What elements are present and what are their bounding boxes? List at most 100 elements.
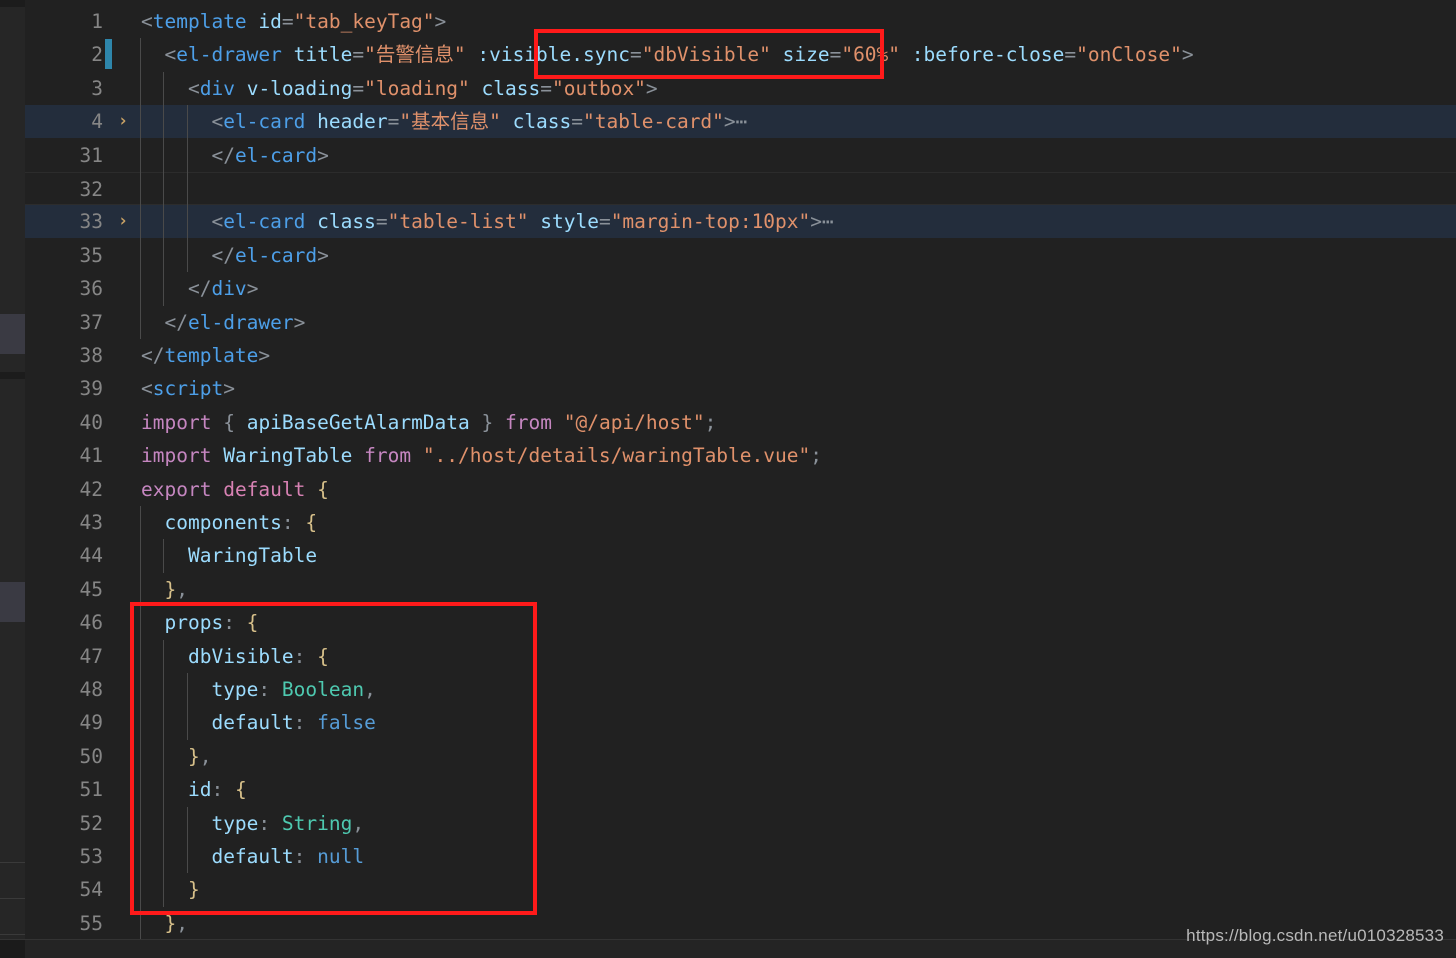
token-tag: el-card <box>234 143 318 167</box>
token-punct: > <box>223 377 235 401</box>
token-attr: class <box>481 76 541 100</box>
code-text: </div> <box>141 272 258 305</box>
indent-guide <box>140 238 141 273</box>
left-strip-divider-1 <box>0 372 25 379</box>
line-number: 44 <box>79 544 103 568</box>
indent-guide <box>163 806 165 840</box>
indent-guide <box>140 138 141 172</box>
token-punct: > <box>246 277 259 301</box>
code-line[interactable]: 40 import { apiBaseGetAlarmData } from "@… <box>25 406 1456 439</box>
indent-guide <box>140 739 141 774</box>
indent-guide <box>163 138 165 172</box>
token-punct: , <box>176 577 188 601</box>
fold-chevron-icon[interactable]: › <box>113 105 133 138</box>
code-line[interactable]: 2 <el-drawer title="告警信息" :visible.sync=… <box>25 38 1456 71</box>
token-id: type <box>211 811 259 835</box>
indent-guide <box>140 272 141 306</box>
code-line[interactable]: 33 › <el-card class="table-list" style="m… <box>25 205 1456 239</box>
token-kw: from <box>364 444 412 468</box>
line-number: 46 <box>79 611 103 635</box>
code-line[interactable]: 35 </el-card> <box>25 239 1456 272</box>
code-text: </el-drawer> <box>141 306 305 339</box>
code-line[interactable]: 38 </template> <box>25 339 1456 372</box>
line-number: 54 <box>79 878 103 902</box>
code-line[interactable]: 39 <script> <box>25 372 1456 405</box>
indent-guide <box>186 706 188 740</box>
code-line[interactable]: 37 </el-drawer> <box>25 306 1456 339</box>
code-text: <div v-loading="loading" class="outbox"> <box>141 72 658 105</box>
indent-guide <box>186 673 188 707</box>
code-line[interactable]: 4 › <el-card header="基本信息" class="table-c… <box>25 105 1456 139</box>
indent-guide <box>186 238 188 273</box>
token-tag: el-card <box>234 243 318 267</box>
indent-guide <box>140 673 141 707</box>
code-line[interactable]: 50 }, <box>25 740 1456 773</box>
token-punct: = <box>352 43 365 67</box>
code-line[interactable]: 3 <div v-loading="loading" class="outbox… <box>25 72 1456 105</box>
token-punct: , <box>364 678 376 701</box>
token-punct: > <box>258 344 271 367</box>
code-line[interactable]: 49 default: false <box>25 706 1456 739</box>
code-line[interactable]: 32 <box>25 172 1456 205</box>
left-strip-rule-2 <box>0 898 25 899</box>
token-kw: from <box>505 410 552 434</box>
code-line[interactable]: 46 props: { <box>25 606 1456 639</box>
code-line[interactable]: 54 } <box>25 873 1456 906</box>
code-text: </el-card> <box>141 139 328 172</box>
token-id: props <box>164 611 224 635</box>
fold-chevron-icon[interactable]: › <box>113 205 133 238</box>
indent-guide <box>140 906 141 941</box>
token-punct: > <box>1181 43 1194 67</box>
left-strip-marker-1 <box>0 314 25 354</box>
editor-surface[interactable]: 1 <template id="tab_keyTag"> 2 <el-drawer … <box>25 0 1456 958</box>
indent-guide <box>163 539 165 573</box>
code-text: id: { <box>141 773 247 806</box>
token-kw: import <box>141 410 212 434</box>
code-line[interactable]: 51 id: { <box>25 773 1456 806</box>
token-attr: style <box>540 210 599 234</box>
token-str: "loading" <box>364 76 470 100</box>
code-line[interactable]: 36 </div> <box>25 272 1456 305</box>
token-attr: v-loading <box>246 76 353 100</box>
token-punct: : <box>258 811 282 835</box>
code-line[interactable]: 31 </el-card> <box>25 139 1456 172</box>
token-punct: > <box>434 10 447 33</box>
token-punct: : <box>281 511 306 534</box>
token-tag: el-drawer <box>187 310 294 334</box>
token-punct: : <box>293 711 318 735</box>
code-line[interactable]: 41 import WaringTable from "../host/detai… <box>25 439 1456 472</box>
token-id: dbVisible <box>187 644 294 668</box>
code-line[interactable]: 44 WaringTable <box>25 539 1456 572</box>
line-number: 32 <box>79 178 103 201</box>
code-line[interactable]: 45 }, <box>25 573 1456 606</box>
code-line[interactable]: 43 components: { <box>25 506 1456 539</box>
code-line[interactable]: 1 <template id="tab_keyTag"> <box>25 5 1456 38</box>
code-line[interactable]: 53 default: null <box>25 840 1456 873</box>
line-number: 48 <box>79 678 103 701</box>
token-punct: < <box>141 377 153 401</box>
indent-guide <box>140 539 141 573</box>
token-brace: } <box>164 577 177 601</box>
code-line[interactable]: 47 dbVisible: { <box>25 640 1456 673</box>
token-punct: > <box>317 243 329 267</box>
code-line[interactable]: 42 export default { <box>25 473 1456 506</box>
editor-left-strip[interactable] <box>0 0 26 958</box>
token-punct: < <box>211 210 224 234</box>
token-attr: id <box>258 10 282 33</box>
indent-guide <box>186 172 188 206</box>
token-type: Boolean <box>281 678 365 701</box>
code-line[interactable]: 48 type: Boolean, <box>25 673 1456 706</box>
token-punct: ⋯ <box>735 110 748 134</box>
token-punct: ⋯ <box>822 210 834 234</box>
code-line[interactable]: 52 type: String, <box>25 807 1456 840</box>
